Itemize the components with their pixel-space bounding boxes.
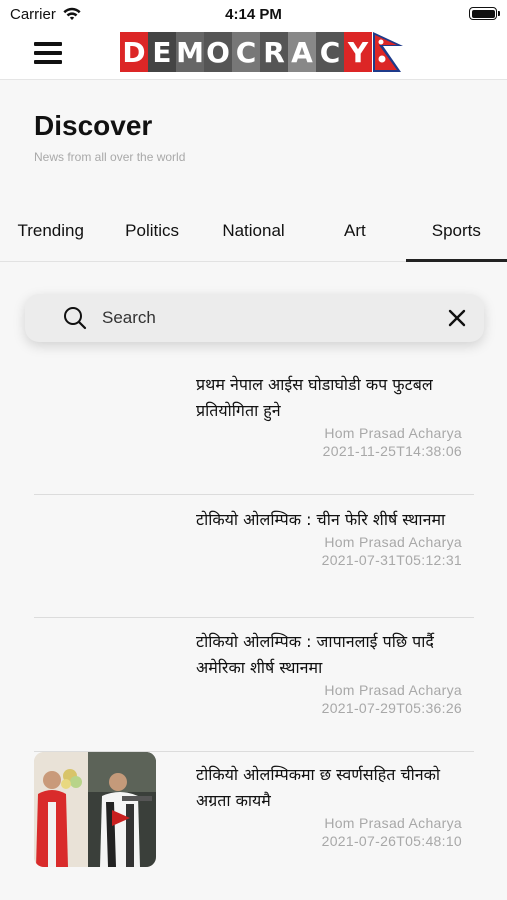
article-date: 2021-07-29T05:36:26	[321, 700, 462, 716]
page-subtitle: News from all over the world	[34, 150, 186, 164]
clock: 4:14 PM	[225, 6, 282, 23]
logo-letter: C	[232, 32, 260, 72]
news-list-item[interactable]: टोकियो ओलम्पिक : जापानलाई पछि पार्दै अमे…	[34, 629, 474, 719]
nepal-flag-icon	[372, 32, 404, 72]
search-icon	[63, 306, 87, 335]
logo-letter: R	[260, 32, 288, 72]
article-headline: टोकियो ओलम्पिकमा छ स्वर्णसहित चीनको अग्र…	[196, 765, 441, 810]
menu-icon[interactable]	[34, 42, 62, 64]
logo-letter: M	[176, 32, 204, 72]
logo-letter: E	[148, 32, 176, 72]
app-logo: DEMOCRACY	[120, 32, 404, 72]
article-date: 2021-07-26T05:48:10	[321, 833, 462, 849]
logo-letter: D	[120, 32, 148, 72]
news-list-item[interactable]: प्रथम नेपाल आईस घोडाघोडी कप फुटबल प्रतिय…	[34, 372, 474, 472]
tab-politics[interactable]: Politics	[101, 208, 202, 261]
status-bar: Carrier 4:14 PM	[0, 0, 507, 28]
article-author: Hom Prasad Acharya	[324, 534, 462, 550]
category-tabs: Trending Politics National Art Sports	[0, 208, 507, 262]
divider	[34, 617, 474, 618]
logo-letter: A	[288, 32, 316, 72]
tab-art[interactable]: Art	[304, 208, 405, 261]
top-navigation-bar: DEMOCRACY	[0, 28, 507, 80]
article-date: 2021-11-25T14:38:06	[322, 443, 462, 459]
article-headline: टोकियो ओलम्पिक : चीन फेरि शीर्ष स्थानमा	[196, 510, 446, 529]
tab-trending[interactable]: Trending	[0, 208, 101, 261]
battery-icon	[469, 7, 500, 20]
article-thumbnail	[34, 752, 156, 867]
article-author: Hom Prasad Acharya	[324, 815, 462, 831]
article-author: Hom Prasad Acharya	[324, 682, 462, 698]
divider	[34, 494, 474, 495]
article-headline: टोकियो ओलम्पिक : जापानलाई पछि पार्दै अमे…	[196, 632, 434, 677]
tab-national[interactable]: National	[203, 208, 304, 261]
article-author: Hom Prasad Acharya	[324, 425, 462, 441]
logo-letter: O	[204, 32, 232, 72]
article-headline: प्रथम नेपाल आईस घोडाघोडी कप फुटबल प्रतिय…	[196, 375, 433, 420]
close-icon[interactable]	[447, 308, 467, 333]
news-list-item[interactable]: टोकियो ओलम्पिक : चीन फेरि शीर्ष स्थानमा …	[34, 507, 474, 577]
tab-sports[interactable]: Sports	[405, 208, 507, 262]
search-bar	[25, 294, 484, 342]
search-input[interactable]	[102, 306, 422, 330]
news-list-item[interactable]: टोकियो ओलम्पिकमा छ स्वर्णसहित चीनको अग्र…	[34, 752, 474, 867]
page-title: Discover	[34, 110, 153, 141]
article-date: 2021-07-31T05:12:31	[321, 552, 462, 568]
logo-letter: Y	[344, 32, 372, 72]
logo-letter: C	[316, 32, 344, 72]
